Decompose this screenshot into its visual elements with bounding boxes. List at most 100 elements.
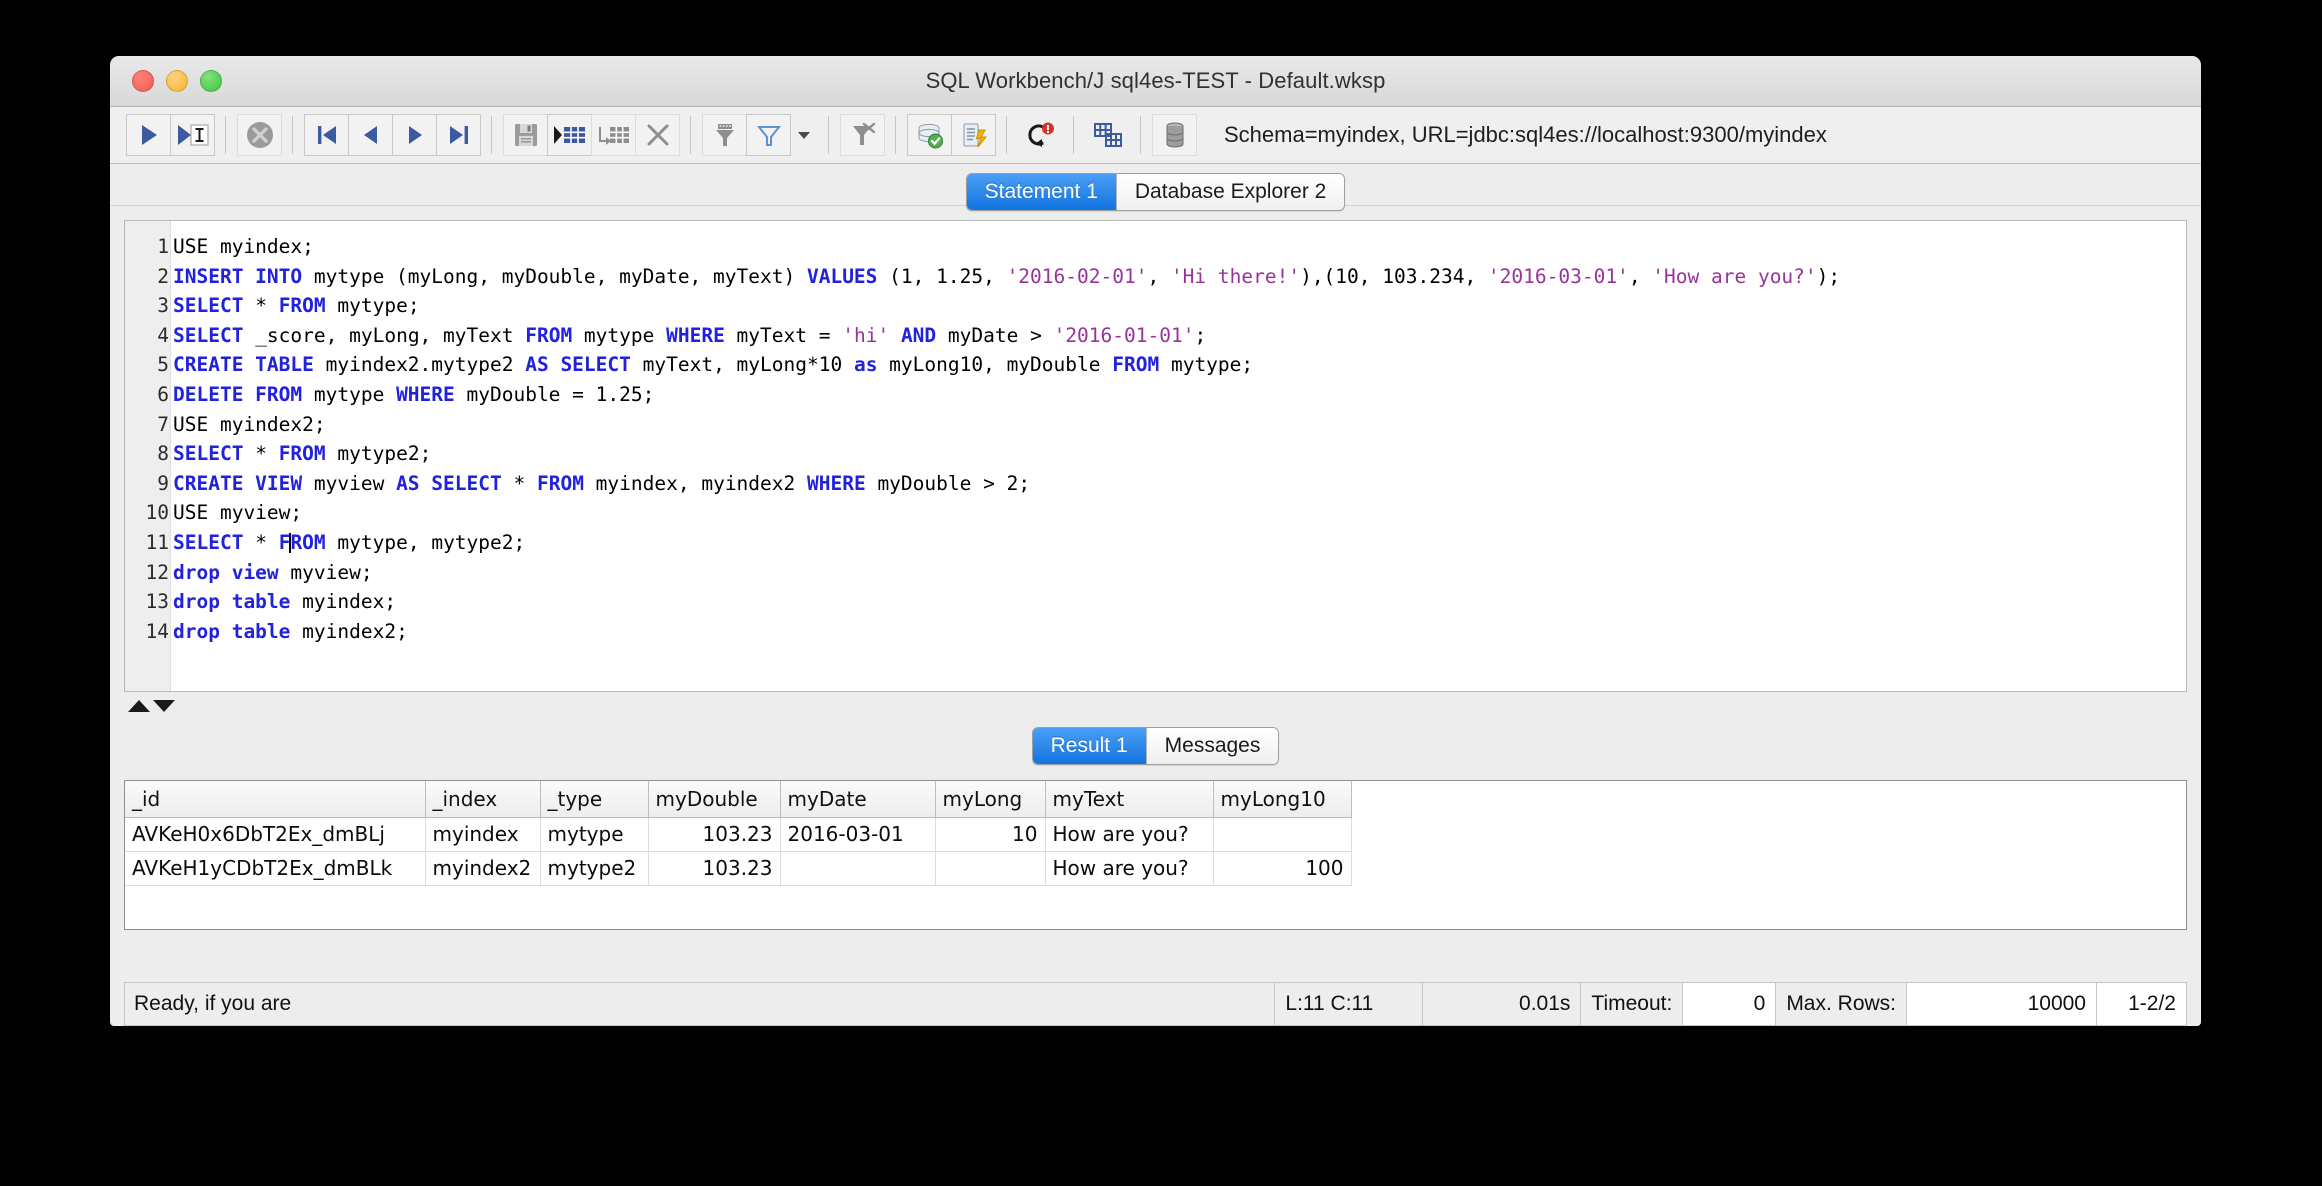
play-icon — [138, 123, 160, 147]
table-cell[interactable]: AVKeH0x6DbT2Ex_dmBLj — [125, 817, 425, 851]
code-line[interactable]: SELECT _score, myLong, myText FROM mytyp… — [173, 321, 2186, 351]
table-cell[interactable]: 103.23 — [648, 817, 780, 851]
table-cell[interactable]: myindex2 — [425, 851, 540, 885]
table-cell[interactable]: How are you? — [1045, 851, 1213, 885]
code-line[interactable]: USE myview; — [173, 498, 2186, 528]
window-title: SQL Workbench/J sql4es-TEST - Default.wk… — [926, 68, 1386, 94]
sql-keyword: SELECT — [173, 442, 243, 465]
filter-funnel-icon — [756, 122, 782, 148]
tab-result-1[interactable]: Result 1 — [1033, 728, 1147, 764]
insert-row-button[interactable] — [547, 114, 592, 156]
code-line[interactable]: USE myindex2; — [173, 410, 2186, 440]
line-number: 14 — [125, 617, 170, 647]
sql-editor[interactable]: 1234567891011121314 USE myindex;INSERT I… — [124, 220, 2187, 692]
quick-filter-button[interactable] — [746, 114, 791, 156]
table-cell[interactable]: 10 — [935, 817, 1045, 851]
code-line[interactable]: drop view myview; — [173, 558, 2186, 588]
editor-code-area[interactable]: USE myindex; INSERT INTO mytype (myLong, … — [171, 221, 2186, 691]
code-line[interactable]: DELETE FROM mytype WHERE myDouble = 1.25… — [173, 380, 2186, 410]
grid-panels-group — [1079, 113, 1135, 157]
show-result-as-grid-button[interactable] — [1085, 114, 1130, 156]
table-cell[interactable]: 100 — [1213, 851, 1351, 885]
tab-statement-1[interactable]: Statement 1 — [967, 174, 1117, 210]
apply-filter-button[interactable] — [702, 114, 747, 156]
tab-database-explorer-2[interactable]: Database Explorer 2 — [1117, 174, 1344, 210]
reset-filter-button[interactable] — [840, 114, 885, 156]
editor-result-splitter[interactable] — [110, 692, 2201, 720]
execute-current-statement-button[interactable] — [126, 114, 171, 156]
copy-row-icon — [597, 122, 631, 148]
copy-row-button[interactable] — [591, 114, 636, 156]
collapse-up-icon[interactable] — [128, 700, 150, 712]
code-line[interactable]: CREATE VIEW myview AS SELECT * FROM myin… — [173, 469, 2186, 499]
table-column-header[interactable]: myLong — [935, 781, 1045, 817]
database-explorer-button[interactable] — [1152, 114, 1197, 156]
table-row[interactable]: AVKeH1yCDbT2Ex_dmBLkmyindex2mytype2103.2… — [125, 851, 1351, 885]
table-cell[interactable]: How are you? — [1045, 817, 1213, 851]
close-window-button[interactable] — [132, 70, 154, 92]
code-line[interactable]: drop table myindex; — [173, 587, 2186, 617]
timeout-input[interactable]: 0 — [1683, 982, 1776, 1026]
code-line[interactable]: SELECT * FROM mytype2; — [173, 439, 2186, 469]
skip-first-icon — [314, 123, 340, 147]
table-cell[interactable] — [780, 851, 935, 885]
code-line[interactable]: CREATE TABLE myindex2.mytype2 AS SELECT … — [173, 350, 2186, 380]
commit-button[interactable] — [907, 114, 952, 156]
sql-text: mytype — [572, 324, 666, 347]
sql-keyword: as — [854, 353, 877, 376]
sql-text: myText = — [725, 324, 842, 347]
toggle-autocommit-button[interactable] — [1018, 114, 1063, 156]
collapse-down-icon[interactable] — [153, 700, 175, 712]
max-rows-input[interactable]: 10000 — [1907, 982, 2097, 1026]
skip-last-icon — [446, 123, 472, 147]
filter-apply-icon — [711, 121, 739, 149]
table-column-header[interactable]: _type — [540, 781, 648, 817]
last-statement-button[interactable] — [436, 114, 481, 156]
sql-workbench-window: SQL Workbench/J sql4es-TEST - Default.wk… — [110, 56, 2201, 1026]
table-row[interactable]: AVKeH0x6DbT2Ex_dmBLjmyindexmytype103.232… — [125, 817, 1351, 851]
execute-selected-statement-button[interactable] — [170, 114, 215, 156]
table-cell[interactable]: AVKeH1yCDbT2Ex_dmBLk — [125, 851, 425, 885]
maximize-window-button[interactable] — [200, 70, 222, 92]
floppy-save-icon — [512, 121, 540, 149]
delete-row-button[interactable] — [635, 114, 680, 156]
line-number: 10 — [125, 498, 170, 528]
first-statement-button[interactable] — [304, 114, 349, 156]
minimize-window-button[interactable] — [166, 70, 188, 92]
line-number: 11 — [125, 528, 170, 558]
tab-messages[interactable]: Messages — [1147, 728, 1279, 764]
table-column-header[interactable]: myDate — [780, 781, 935, 817]
table-column-header[interactable]: myLong10 — [1213, 781, 1351, 817]
previous-statement-button[interactable] — [348, 114, 393, 156]
sql-text: USE myindex; — [173, 235, 314, 258]
table-column-header[interactable]: myDouble — [648, 781, 780, 817]
database-commit-icon — [915, 121, 945, 149]
table-cell[interactable] — [935, 851, 1045, 885]
save-data-changes-button[interactable] — [503, 114, 548, 156]
sql-text: * — [243, 294, 278, 317]
autocommit-group — [1012, 113, 1068, 157]
table-cell[interactable] — [1213, 817, 1351, 851]
code-line[interactable]: SELECT * FROM mytype, mytype2; — [173, 528, 2186, 558]
next-statement-button[interactable] — [392, 114, 437, 156]
result-grid[interactable]: _id_index_typemyDoublemyDatemyLongmyText… — [124, 780, 2187, 930]
code-line[interactable]: USE myindex; — [173, 232, 2186, 262]
sql-keyword: FROM — [537, 472, 584, 495]
table-cell[interactable]: 103.23 — [648, 851, 780, 885]
code-line[interactable]: INSERT INTO mytype (myLong, myDouble, my… — [173, 262, 2186, 292]
sql-text: myindex2; — [290, 620, 407, 643]
line-number: 5 — [125, 350, 170, 380]
code-line[interactable]: SELECT * FROM mytype; — [173, 291, 2186, 321]
table-column-header[interactable]: _id — [125, 781, 425, 817]
table-cell[interactable]: 2016-03-01 — [780, 817, 935, 851]
table-cell[interactable]: myindex — [425, 817, 540, 851]
code-line[interactable]: drop table myindex2; — [173, 617, 2186, 647]
quick-filter-dropdown-button[interactable] — [790, 114, 818, 156]
table-cell[interactable]: mytype — [540, 817, 648, 851]
table-column-header[interactable]: _index — [425, 781, 540, 817]
cancel-statement-button[interactable] — [237, 114, 282, 156]
sql-keyword: WHERE — [666, 324, 725, 347]
table-cell[interactable]: mytype2 — [540, 851, 648, 885]
rollback-button[interactable] — [951, 114, 996, 156]
table-column-header[interactable]: myText — [1045, 781, 1213, 817]
